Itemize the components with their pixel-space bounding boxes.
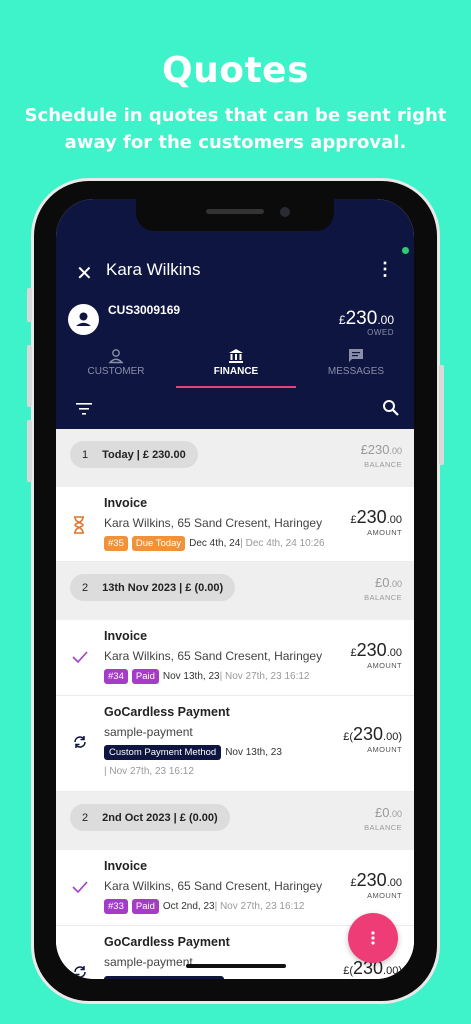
item-updated: | Nov 27th, 23 16:12 <box>104 766 194 777</box>
item-meta: #33 Paid Oct 2nd, 23 | Nov 27th, 23 16:1… <box>104 899 304 914</box>
sync-icon <box>72 964 88 979</box>
invoice-number-badge: #35 <box>104 536 128 551</box>
filter-icon[interactable] <box>76 402 92 420</box>
hourglass-icon <box>72 516 86 539</box>
item-title: Invoice <box>104 859 148 873</box>
camera <box>280 207 290 217</box>
list-item[interactable]: Invoice Kara Wilkins, 65 Sand Cresent, H… <box>56 620 414 696</box>
item-description: Kara Wilkins, 65 Sand Cresent, Haringey <box>104 879 323 893</box>
person-icon <box>56 347 176 365</box>
item-title: Invoice <box>104 496 148 510</box>
status-badge: Paid <box>131 899 159 914</box>
status-badge: Due Today <box>131 536 186 551</box>
item-title: Invoice <box>104 629 148 643</box>
item-description: Kara Wilkins, 65 Sand Cresent, Haringey <box>104 649 323 663</box>
promo-subtitle: Schedule in quotes that can be sent righ… <box>24 105 447 153</box>
item-updated: | Dec 4th, 24 10:26 <box>240 538 325 549</box>
owed-label: OWED <box>367 328 394 337</box>
item-updated: | Nov 27th, 23 16:12 <box>219 671 310 682</box>
sync-icon <box>72 734 88 755</box>
item-date: Nov 13th, 23 <box>162 671 220 682</box>
bank-icon <box>176 347 296 365</box>
item-description: sample-payment <box>104 725 193 739</box>
item-date: Dec 4th, 24 <box>189 538 241 549</box>
check-icon <box>72 650 88 669</box>
power-button <box>439 365 444 465</box>
item-date: Nov 13th, 23 <box>225 747 282 758</box>
item-description: sample-payment <box>104 955 193 969</box>
payment-method-badge: Custom Payment Method <box>104 745 222 760</box>
item-amount: £(230.00) AMOUNT <box>343 724 402 754</box>
owed-amount: £230.00 <box>338 308 394 329</box>
avatar <box>68 304 99 335</box>
item-date: Oct 2nd, 23 <box>162 901 215 912</box>
status-badge: Paid <box>131 669 159 684</box>
item-amount: £230.00 AMOUNT <box>350 870 402 900</box>
group-balance: £230.00 BALANCE <box>360 442 402 469</box>
person-icon <box>76 312 91 326</box>
item-meta <box>104 976 228 979</box>
invoice-number-badge: #34 <box>104 669 128 684</box>
group-pill: 2 2nd Oct 2023 | £ (0.00) <box>70 804 230 831</box>
volume-down-button <box>27 420 32 482</box>
list-item[interactable]: GoCardless Payment sample-payment Custom… <box>56 696 414 792</box>
item-title: GoCardless Payment <box>104 935 230 949</box>
more-vertical-icon <box>371 931 375 945</box>
status-dot <box>402 247 409 254</box>
transactions-list: 1 Today | £ 230.00 £230.00 BALANCE Invoic… <box>56 429 414 979</box>
list-item[interactable]: Invoice Kara Wilkins, 65 Sand Cresent, H… <box>56 850 414 926</box>
speaker <box>206 209 264 214</box>
search-icon[interactable] <box>382 399 400 422</box>
promo-title: Quotes <box>161 50 310 91</box>
item-updated: | Nov 27th, 23 16:12 <box>214 901 305 912</box>
item-meta: Custom Payment Method Nov 13th, 23 <box>104 745 282 760</box>
group-header[interactable]: 2 13th Nov 2023 | £ (0.00) £0.00 BALANCE <box>56 562 414 620</box>
message-icon <box>296 347 414 365</box>
group-header[interactable]: 2 2nd Oct 2023 | £ (0.00) £0.00 BALANCE <box>56 792 414 850</box>
invoice-number-badge: #33 <box>104 899 128 914</box>
item-meta: #35 Due Today Dec 4th, 24 | Dec 4th, 24 … <box>104 536 325 551</box>
fab-button[interactable] <box>348 913 398 963</box>
silent-switch <box>27 288 32 322</box>
item-title: GoCardless Payment <box>104 705 230 719</box>
list-item[interactable]: Invoice Kara Wilkins, 65 Sand Cresent, H… <box>56 487 414 562</box>
payment-method-badge <box>104 976 224 979</box>
finance-toolbar <box>56 389 414 429</box>
group-balance: £0.00 BALANCE <box>364 805 402 832</box>
item-meta: #34 Paid Nov 13th, 23 | Nov 27th, 23 16:… <box>104 669 309 684</box>
tab-finance[interactable]: FINANCE <box>176 347 296 377</box>
check-icon <box>72 880 88 899</box>
home-indicator[interactable] <box>186 964 286 968</box>
group-header[interactable]: 1 Today | £ 230.00 £230.00 BALANCE <box>56 429 414 487</box>
customer-name: Kara Wilkins <box>106 260 201 279</box>
phone-notch <box>136 199 334 231</box>
customer-id: CUS3009169 <box>108 303 181 317</box>
item-description: Kara Wilkins, 65 Sand Cresent, Haringey <box>104 516 323 530</box>
active-tab-indicator <box>176 386 296 388</box>
group-balance: £0.00 BALANCE <box>364 575 402 602</box>
tab-customer[interactable]: CUSTOMER <box>56 347 176 377</box>
tab-messages[interactable]: MESSAGES <box>296 347 414 377</box>
volume-up-button <box>27 345 32 407</box>
app-screen: ✕ Kara Wilkins ⋮ CUS3009169 £230.00 OWED… <box>56 199 414 979</box>
item-amount: £230.00 AMOUNT <box>350 640 402 670</box>
close-icon[interactable]: ✕ <box>76 261 93 286</box>
item-amount: £230.00 AMOUNT <box>350 507 402 537</box>
group-pill: 2 13th Nov 2023 | £ (0.00) <box>70 574 236 601</box>
more-vertical-icon[interactable]: ⋮ <box>376 259 394 280</box>
group-pill: 1 Today | £ 230.00 <box>70 441 198 468</box>
